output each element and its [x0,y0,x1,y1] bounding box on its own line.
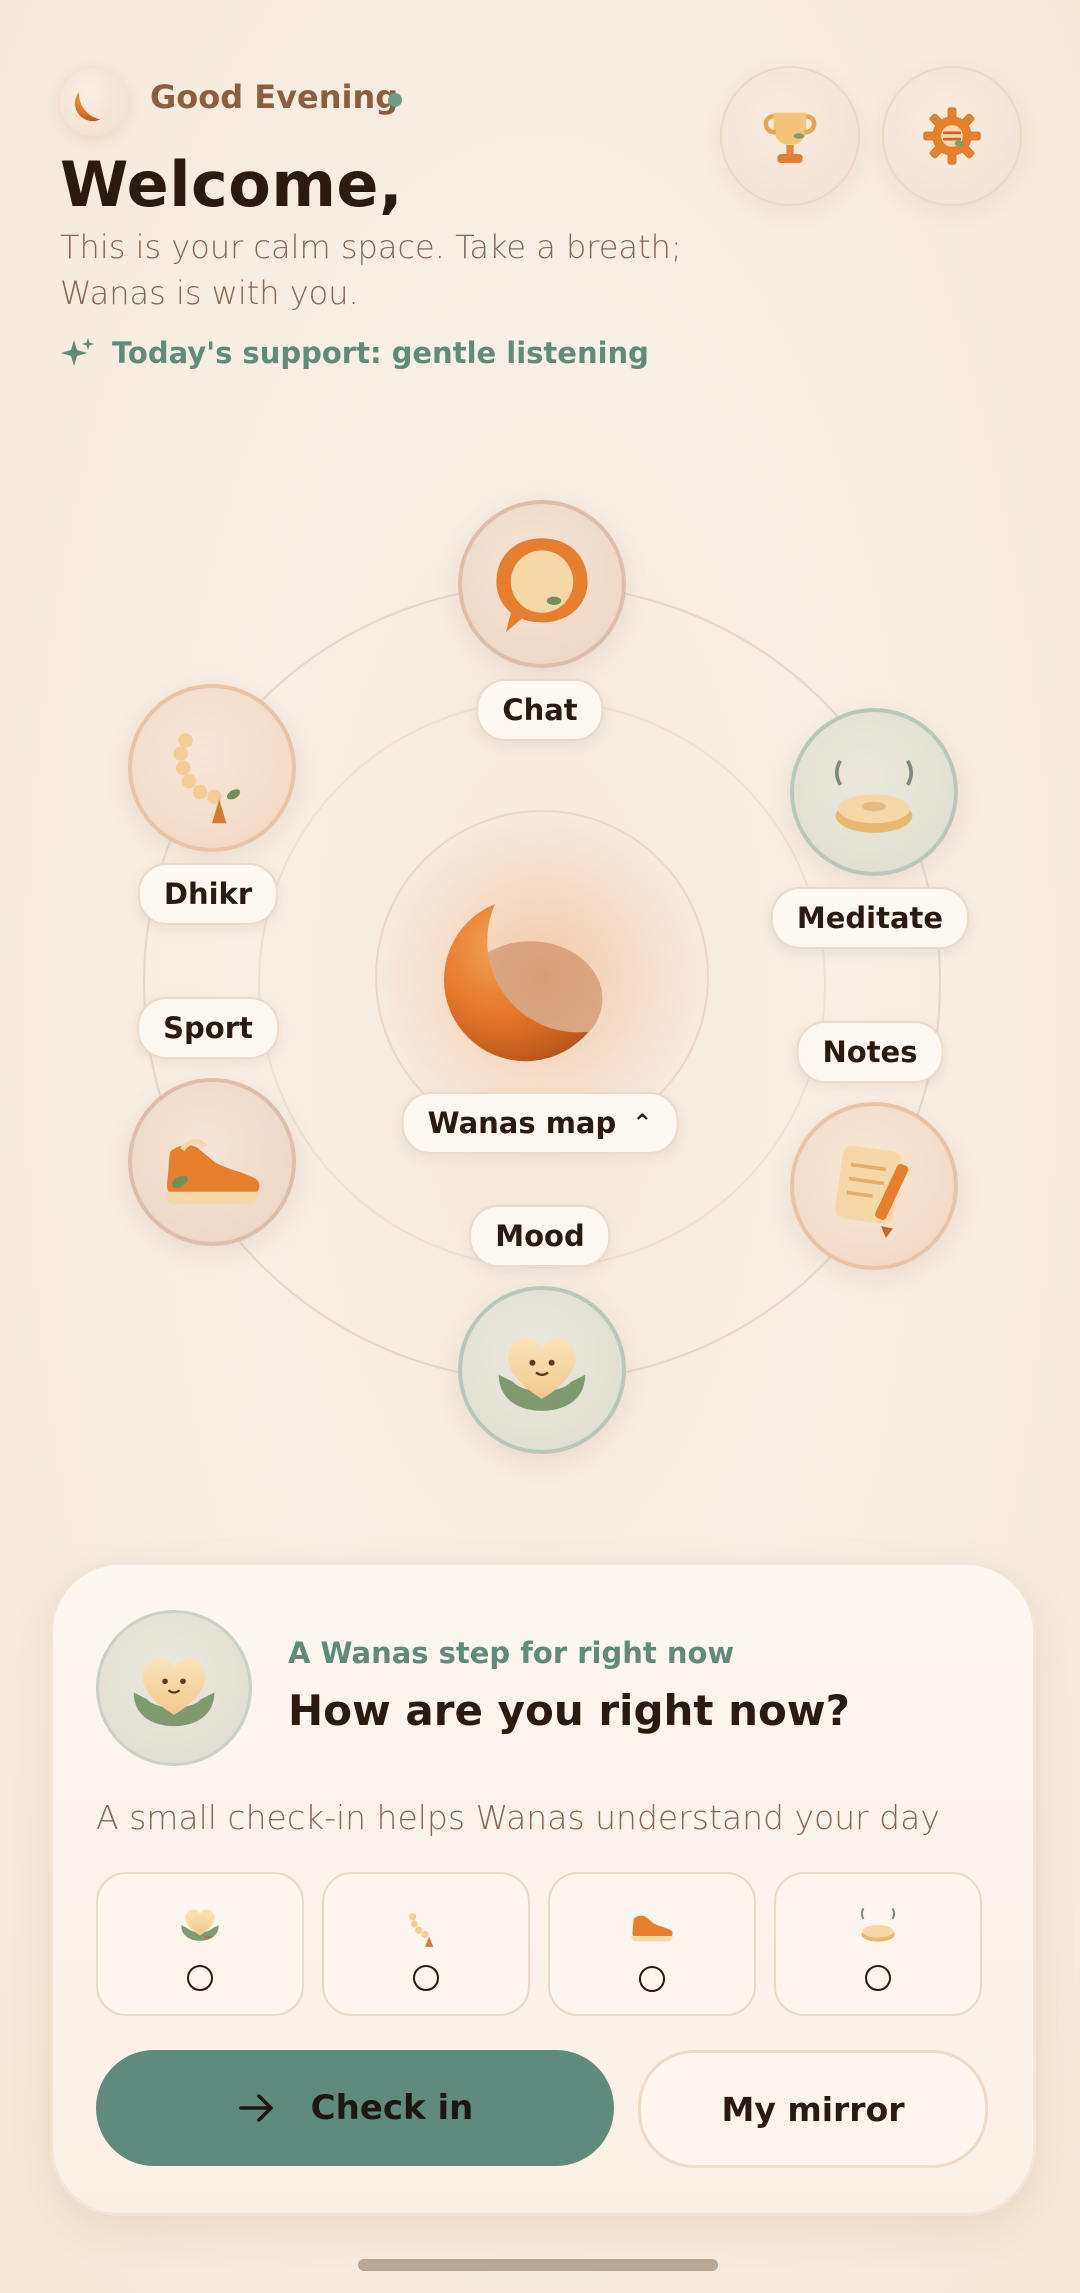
notepad-pencil-icon [835,1145,909,1238]
greeting-text: Good Evening [150,78,399,116]
page-subtitle: This is your calm space. Take a breath; … [60,228,682,312]
card-kicker: A Wanas step for right now [288,1636,735,1670]
chat-label[interactable]: Chat [476,679,604,741]
support-text: Today's support: gentle listening [112,336,649,370]
sport-node[interactable] [128,1078,296,1246]
wanas-map-toggle[interactable]: Wanas map ⌃ [401,1092,679,1154]
radio-button[interactable] [187,1965,213,1991]
wanas-map-label: Wanas map [427,1106,617,1140]
chat-node[interactable] [458,500,626,668]
wanas-moon[interactable] [420,850,660,1090]
meditate-label[interactable]: Meditate [770,887,970,949]
notes-label[interactable]: Notes [796,1021,944,1083]
moon-icon [444,898,608,1062]
meditate-node[interactable] [790,708,958,876]
achievements-button[interactable] [720,66,860,206]
checkin-option-dhikr[interactable] [322,1872,530,2016]
radio-button[interactable] [865,1965,891,1991]
sneaker-icon [164,1139,260,1205]
sneaker-icon [631,1915,673,1942]
heart-mood-icon [498,1338,586,1411]
checkin-option-sport[interactable] [548,1872,756,2016]
moon-icon [74,85,111,122]
meditation-cushion-icon [835,751,913,833]
page-title: Welcome, [60,148,404,221]
checkin-option-meditate[interactable] [774,1872,982,2016]
radio-button[interactable] [639,1966,665,1992]
home-indicator[interactable] [358,2259,718,2271]
status-dot [388,93,402,107]
heart-mood-icon [133,1658,215,1727]
radio-button[interactable] [413,1965,439,1991]
card-title: How are you right now? [288,1686,851,1735]
meditation-cushion-icon [860,1904,896,1942]
moon-badge [60,68,128,136]
mood-label[interactable]: Mood [469,1205,611,1267]
prayer-beads-icon [408,1904,441,1947]
chevron-up-icon: ⌃ [632,1109,653,1137]
prayer-beads-icon [173,727,244,824]
dhikr-node[interactable] [128,684,296,852]
card-avatar [96,1610,252,1766]
sparkle-icon [61,338,94,366]
trophy-icon [763,112,817,163]
my-mirror-button[interactable]: My mirror [638,2050,988,2168]
sport-label[interactable]: Sport [137,997,279,1059]
check-in-button[interactable]: Check in [96,2050,614,2166]
notes-node[interactable] [790,1102,958,1270]
heart-mood-icon [181,1909,219,1941]
dhikr-label[interactable]: Dhikr [137,863,279,925]
card-description: A small check-in helps Wanas understand … [96,1798,940,1837]
settings-button[interactable] [882,66,1022,206]
gear-icon [923,107,981,165]
checkin-option-mood[interactable] [96,1872,304,2016]
chat-bubble-icon [496,538,588,632]
mood-node[interactable] [458,1286,626,1454]
arrow-right-icon [238,2094,273,2122]
check-in-label: Check in [310,2088,474,2128]
